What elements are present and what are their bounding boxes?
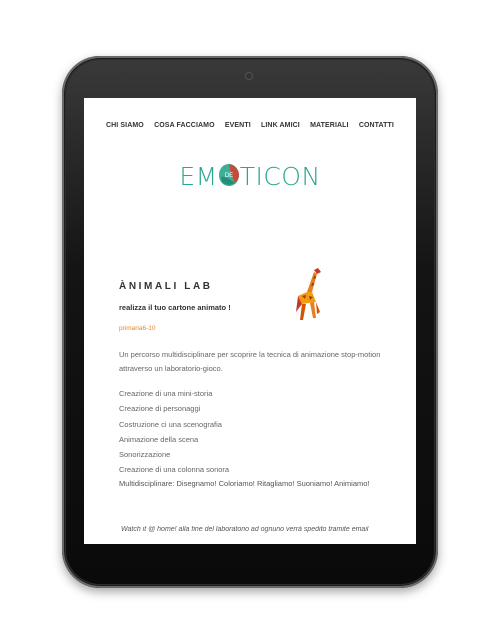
page-title: ÀNIMALI LAB	[119, 281, 213, 292]
list-item: Creazione di personaggi	[119, 404, 201, 414]
list-item: Creazione di una mini-storia	[119, 389, 213, 398]
list-item: Animazione della scena	[119, 434, 199, 444]
tablet-frame: CHI SIAMO COSA FACCIAMO EVENTI LINK AMIC…	[62, 56, 438, 588]
camera-icon	[246, 73, 252, 79]
list-item: Sonorizzazione	[119, 450, 171, 460]
logo-text-left: EM	[179, 162, 218, 191]
website-screen: CHI SIAMO COSA FACCIAMO EVENTI LINK AMIC…	[84, 98, 416, 544]
watch-at-home-note: Watch it @ home! alla fine del laborator…	[121, 526, 369, 533]
list-item: Creazione di una colonna sonora	[119, 465, 230, 475]
logo-mark-text: DE	[225, 173, 233, 179]
activity-list: Creazione di una mini-storia Creazione d…	[119, 386, 229, 478]
logo-mark-icon: DE	[218, 162, 240, 188]
nav-materiali[interactable]: MATERIALI	[310, 122, 349, 129]
description-text: Un percorso multidisciplinare per scopri…	[119, 350, 381, 373]
nav-link-amici[interactable]: LINK AMICI	[261, 122, 300, 129]
nav-cosa-facciamo[interactable]: COSA FACCIAMO	[154, 122, 215, 129]
nav-eventi[interactable]: EVENTI	[225, 122, 251, 129]
page-subtitle: realizza il tuo cartone animato !	[119, 303, 231, 312]
list-item: Costruzione ci una scenografia	[119, 419, 222, 429]
site-logo[interactable]: EM DE TICON	[84, 160, 416, 202]
giraffe-icon	[292, 266, 328, 330]
main-nav: CHI SIAMO COSA FACCIAMO EVENTI LINK AMIC…	[84, 122, 416, 129]
multidisciplinary-text: Multidisciplinare: Disegnamo! Coloriamo!…	[119, 479, 370, 488]
age-tag-link[interactable]: primaria6-10	[119, 325, 156, 332]
nav-contatti[interactable]: CONTATTI	[359, 122, 394, 129]
nav-chi-siamo[interactable]: CHI SIAMO	[106, 122, 144, 129]
logo-text-right: TICON	[239, 162, 321, 191]
